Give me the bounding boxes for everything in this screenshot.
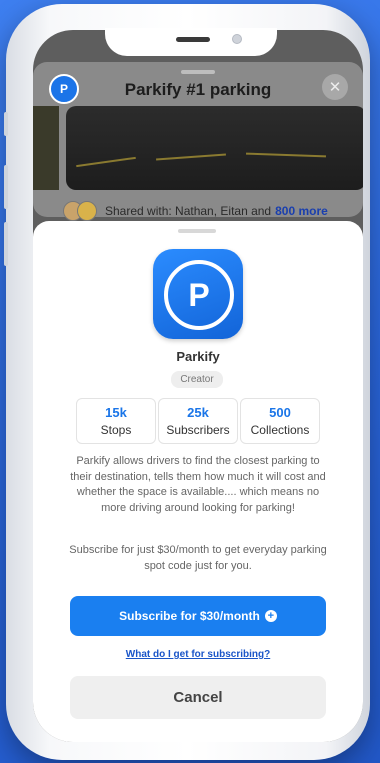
phone-speaker [176,37,210,42]
screen: P Parkify #1 parking ✕ Shared with: Nath… [33,30,363,742]
phone-volume-up [4,165,8,209]
phone-notch [105,28,277,56]
close-icon[interactable]: ✕ [322,74,348,100]
subscribe-button-label: Subscribe for $30/month [119,609,260,623]
shared-more-link[interactable]: 800 more [275,204,328,218]
phone-side-button [4,112,8,136]
shared-with-row: Shared with: Nathan, Eitan and 800 more [63,200,363,222]
creator-badge: Creator [171,371,223,388]
plus-circle-icon: + [264,610,277,622]
subscription-info-link[interactable]: What do I get for subscribing? [33,649,363,660]
parkify-app-icon: P [153,249,243,339]
stat-value: 15k [105,405,127,420]
creator-description: Parkify allows drivers to find the close… [70,455,326,514]
stat-value: 500 [269,405,291,420]
stat-stops: 15k Stops [76,398,156,444]
subscription-sheet: P Parkify Creator 15k Stops 25k Subscrib… [33,221,363,742]
background-card-handle [181,70,215,74]
parking-lot-photo [66,106,363,190]
sheet-drag-handle[interactable] [178,229,216,233]
background-left-photo [33,106,59,190]
phone-volume-down [4,222,8,266]
stat-subscribers: 25k Subscribers [158,398,238,444]
phone-camera [232,34,242,44]
avatar [77,201,97,221]
subscribe-note: Subscribe for just $30/month to get ever… [69,544,327,572]
stat-value: 25k [187,405,209,420]
creator-name: Parkify [176,349,220,364]
stat-label: Subscribers [166,423,230,437]
background-card-title: Parkify #1 parking [124,80,272,99]
parkify-logo-letter: P [164,260,234,330]
stat-collections: 500 Collections [240,398,320,444]
cancel-button[interactable]: Cancel [70,676,326,719]
subscribe-button[interactable]: Subscribe for $30/month + [70,596,326,636]
stat-label: Collections [250,423,310,437]
shared-with-text: Shared with: Nathan, Eitan and [105,204,272,218]
stat-label: Stops [100,423,132,437]
